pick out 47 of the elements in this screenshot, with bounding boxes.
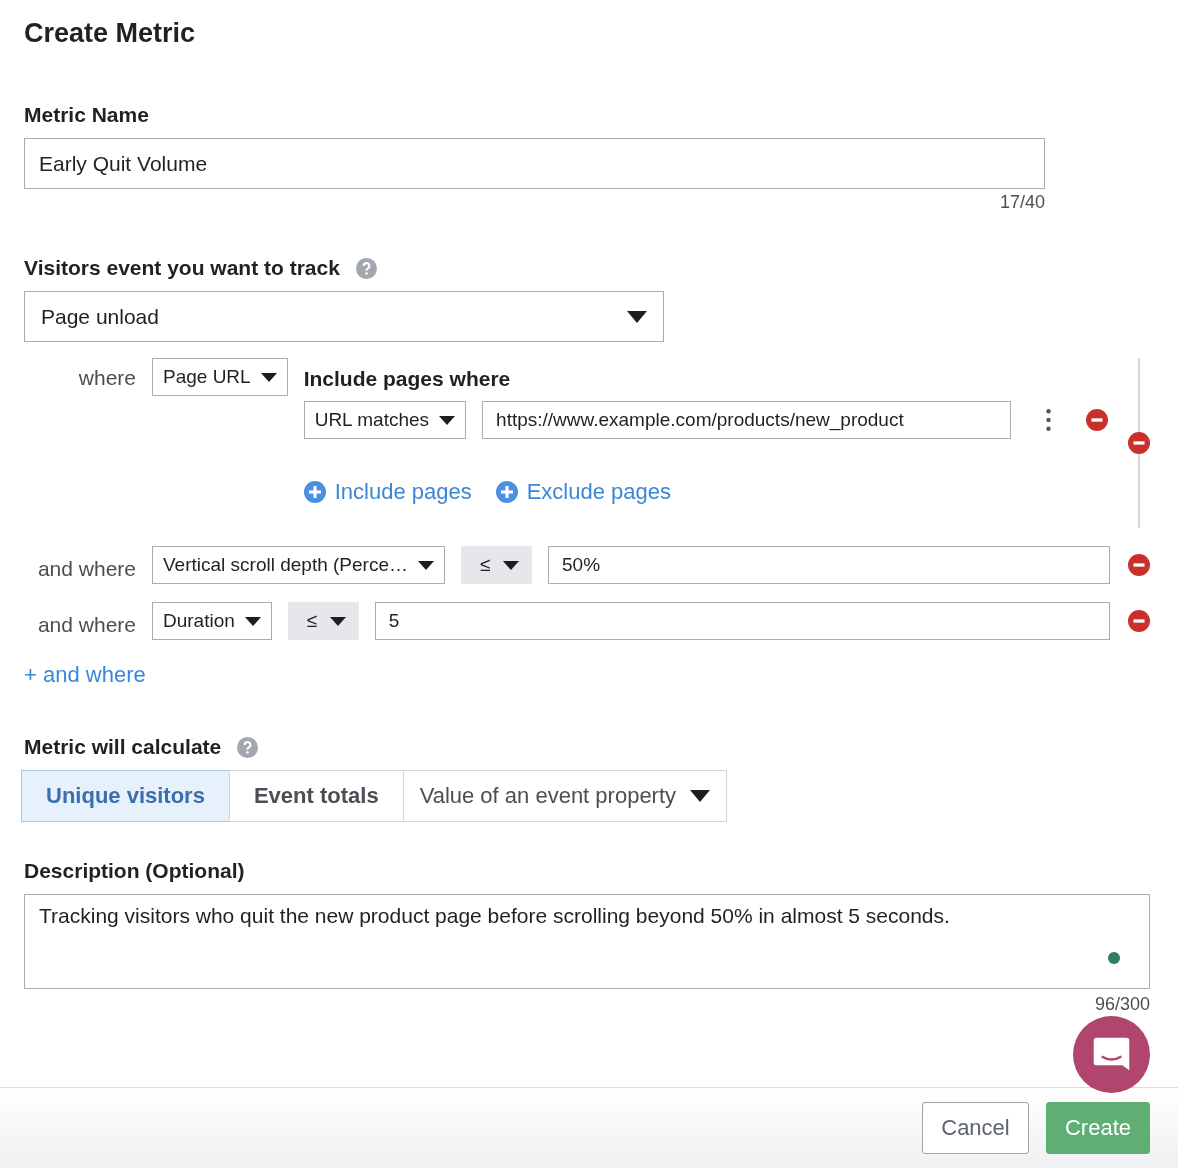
metric-name-field[interactable]: Early Quit Volume (24, 138, 1045, 189)
more-icon[interactable] (1046, 409, 1052, 431)
caret-icon (690, 790, 711, 802)
operator-dropdown[interactable]: ≤ (287, 602, 359, 640)
remove-icon[interactable] (1128, 554, 1150, 576)
calculation-tab[interactable]: Event totals (228, 770, 404, 822)
chat-bubble-icon[interactable] (1073, 1016, 1150, 1093)
add-link[interactable]: Include pages (303, 479, 472, 505)
add-link[interactable]: Exclude pages (495, 479, 671, 505)
field-label: Metric Name (24, 102, 149, 128)
value-field[interactable]: 50% (548, 546, 1110, 584)
event-dropdown[interactable]: Page unload (24, 291, 664, 342)
field-dropdown[interactable]: Vertical scroll depth (Perce… (152, 546, 445, 584)
operator-dropdown[interactable]: ≤ (461, 546, 532, 584)
add-condition-link[interactable]: + and where (24, 662, 146, 688)
description-field[interactable]: Tracking visitors who quit the new product page before scrolling beyond 50% in almost 5 seconds. (24, 894, 1150, 989)
status-dot-icon (1108, 952, 1120, 964)
caret-icon (244, 616, 261, 626)
caret-icon (503, 560, 519, 570)
condition-label: and where (37, 557, 136, 581)
caret-icon (418, 560, 434, 570)
section-heading: Include pages where (303, 367, 511, 391)
caret-icon (627, 310, 647, 323)
caret-icon (329, 616, 346, 626)
match-dropdown[interactable]: URL matches (303, 401, 467, 439)
value-field[interactable]: 5 (374, 602, 1110, 640)
caret-icon (260, 372, 277, 382)
character-counter: 17/40 (999, 192, 1045, 213)
url-field[interactable]: https://www.example.com/products/new_product (482, 401, 1012, 439)
caret-icon (439, 415, 456, 425)
field-label: Description (Optional) (24, 858, 245, 884)
dialog-title: Create Metric (24, 17, 197, 50)
field-dropdown[interactable]: Duration (152, 602, 272, 640)
field-label: Visitors event you want to track (24, 255, 340, 281)
remove-icon[interactable] (1128, 610, 1150, 632)
cancel-button[interactable]: Cancel (922, 1102, 1029, 1154)
remove-icon[interactable] (1128, 432, 1150, 454)
remove-icon[interactable] (1086, 409, 1109, 431)
calculation-tab[interactable]: Unique visitors (21, 770, 230, 822)
field-dropdown[interactable]: Page URL (152, 358, 288, 396)
plus-icon (303, 481, 326, 503)
field-label: Metric will calculate (24, 734, 222, 760)
plus-icon (495, 481, 518, 503)
calculation-tab[interactable]: Value of an event property (402, 770, 728, 822)
condition-label: where (78, 366, 136, 390)
condition-label: and where (37, 613, 136, 637)
character-counter: 96/300 (1094, 994, 1150, 1015)
